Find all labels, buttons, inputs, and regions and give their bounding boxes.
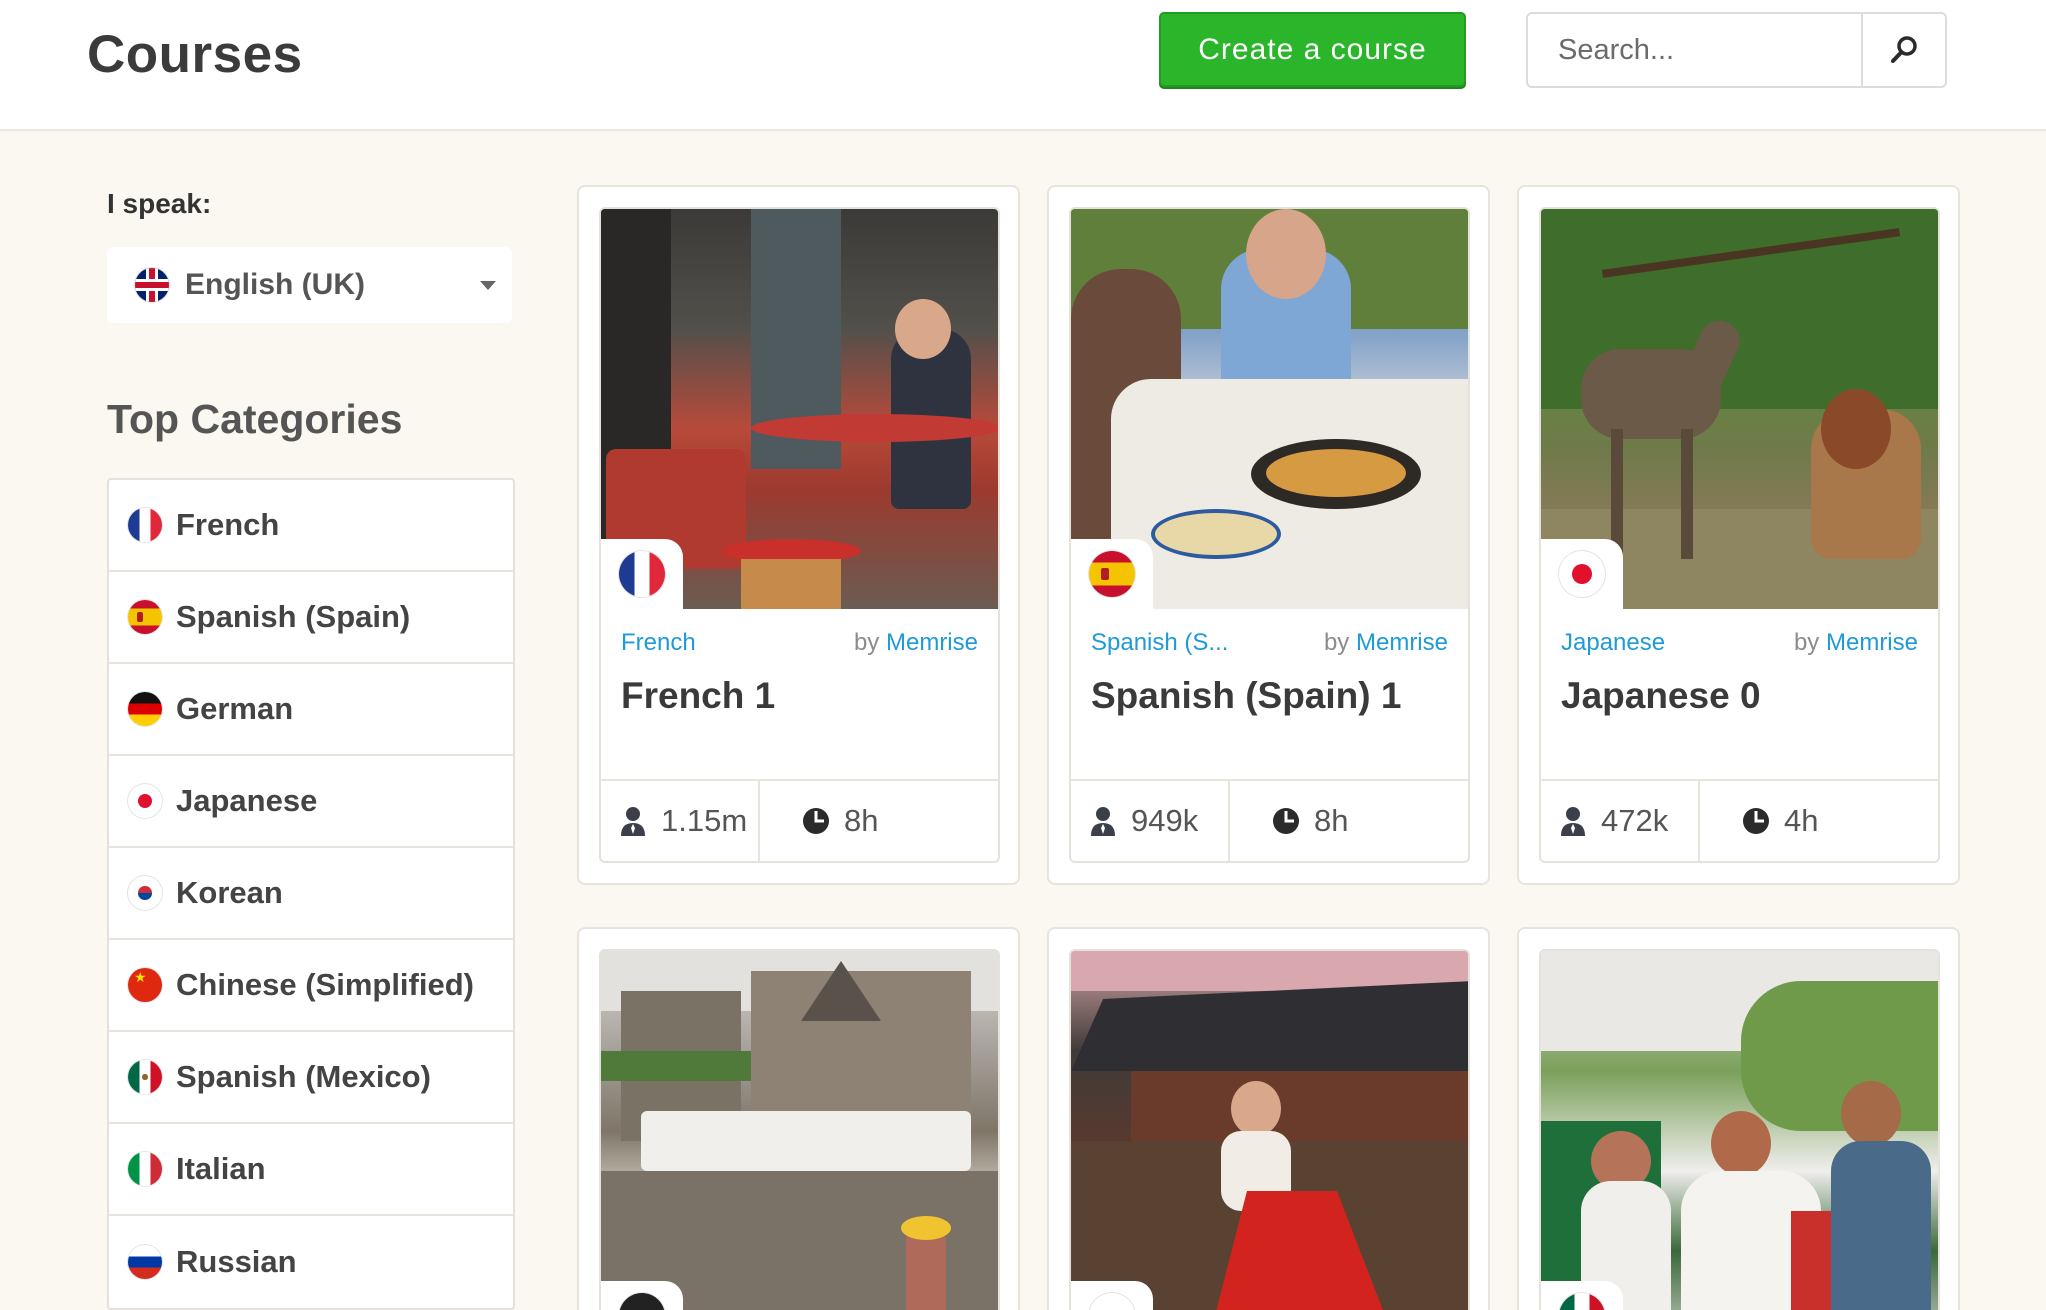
search-icon: [1891, 36, 1917, 63]
category-label: French: [176, 507, 280, 542]
chevron-down-icon: [480, 281, 496, 290]
selected-language: English (UK): [185, 268, 365, 301]
japan-flag-icon: [1559, 551, 1605, 597]
course-title: French 1: [621, 675, 776, 716]
category-item-korean[interactable]: Korean: [109, 848, 513, 940]
china-flag-icon: [128, 968, 162, 1002]
author-link[interactable]: Memrise: [1356, 629, 1448, 656]
course-title: Japanese 0: [1561, 675, 1761, 716]
user-icon: [1091, 807, 1115, 836]
clock-icon: [1273, 808, 1299, 834]
learners-count: 472k: [1601, 803, 1669, 838]
spain-flag-icon: [128, 600, 162, 634]
time-value: 8h: [844, 803, 879, 838]
course-card-korean[interactable]: [1047, 927, 1490, 1310]
course-category-link[interactable]: Spanish (S...: [1091, 629, 1228, 657]
france-flag-icon: [128, 508, 162, 542]
course-image: [1541, 951, 1938, 1310]
author-prefix: by: [1323, 629, 1350, 656]
france-flag-icon: [619, 551, 665, 597]
category-list: French Spanish (Spain) German Japanese K…: [107, 478, 515, 1310]
category-label: Korean: [176, 875, 283, 910]
course-card-japanese-0[interactable]: Japanese by Memrise Japanese 0 472k 4h: [1517, 185, 1960, 885]
course-card-german[interactable]: [577, 927, 1020, 1310]
course-author: by Memrise: [1794, 629, 1918, 657]
flag-tab: [1071, 539, 1153, 609]
category-label: Italian: [176, 1151, 266, 1186]
category-label: Spanish (Mexico): [176, 1059, 431, 1094]
learners-stat: 1.15m: [601, 781, 760, 861]
course-card-spanish-spain-1[interactable]: Spanish (S... by Memrise Spanish (Spain)…: [1047, 185, 1490, 885]
user-icon: [1561, 807, 1585, 836]
user-icon: [621, 807, 645, 836]
learners-count: 949k: [1131, 803, 1199, 838]
learners-count: 1.15m: [661, 803, 748, 838]
flag-tab: [1071, 1281, 1153, 1310]
category-label: Japanese: [176, 783, 318, 818]
author-link[interactable]: Memrise: [886, 629, 978, 656]
flag-tab: [601, 1281, 683, 1310]
course-author: by Memrise: [854, 629, 978, 657]
germany-flag-icon: [619, 1293, 665, 1310]
category-label: Russian: [176, 1244, 297, 1279]
course-title: Spanish (Spain) 1: [1091, 675, 1402, 716]
search-box: [1526, 12, 1947, 88]
germany-flag-icon: [128, 692, 162, 726]
category-item-german[interactable]: German: [109, 664, 513, 756]
top-categories-title: Top Categories: [107, 396, 403, 442]
category-item-french[interactable]: French: [109, 480, 513, 572]
italy-flag-icon: [128, 1152, 162, 1186]
japan-flag-icon: [128, 784, 162, 818]
category-item-spanish-mexico[interactable]: Spanish (Mexico): [109, 1032, 513, 1124]
learners-stat: 949k: [1071, 781, 1230, 861]
russia-flag-icon: [128, 1245, 162, 1279]
course-category-link[interactable]: French: [621, 629, 696, 657]
course-author: by Memrise: [1324, 629, 1448, 657]
time-stat: 4h: [1700, 781, 1818, 861]
course-card-spanish-mexico[interactable]: [1517, 927, 1960, 1310]
category-item-chinese-simplified[interactable]: Chinese (Simplified): [109, 940, 513, 1032]
category-label: Chinese (Simplified): [176, 967, 474, 1002]
korea-flag-icon: [128, 876, 162, 910]
category-label: German: [176, 691, 294, 726]
category-item-spanish-spain[interactable]: Spanish (Spain): [109, 572, 513, 664]
time-stat: 8h: [1230, 781, 1348, 861]
spain-flag-icon: [1089, 551, 1135, 597]
page-title: Courses: [87, 25, 303, 84]
learners-stat: 472k: [1541, 781, 1700, 861]
author-link[interactable]: Memrise: [1826, 629, 1918, 656]
clock-icon: [1743, 808, 1769, 834]
course-card-french-1[interactable]: French by Memrise French 1 1.15m 8h: [577, 185, 1020, 885]
top-header: Courses Create a course: [0, 0, 2046, 131]
author-prefix: by: [1793, 629, 1820, 656]
category-item-japanese[interactable]: Japanese: [109, 756, 513, 848]
course-image: [601, 951, 998, 1310]
author-prefix: by: [853, 629, 880, 656]
course-image: [1071, 951, 1468, 1310]
course-image: [601, 209, 998, 609]
mexico-flag-icon: [1559, 1293, 1605, 1310]
course-image: [1541, 209, 1938, 609]
time-stat: 8h: [760, 781, 878, 861]
course-image: [1071, 209, 1468, 609]
clock-icon: [803, 808, 829, 834]
category-label: Spanish (Spain): [176, 599, 411, 634]
flag-tab: [601, 539, 683, 609]
category-item-italian[interactable]: Italian: [109, 1124, 513, 1216]
language-select[interactable]: English (UK): [107, 247, 512, 323]
flag-tab: [1541, 539, 1623, 609]
search-button[interactable]: [1861, 14, 1945, 86]
time-value: 4h: [1784, 803, 1819, 838]
i-speak-label: I speak:: [107, 188, 212, 219]
uk-flag-icon: [135, 268, 169, 302]
search-input[interactable]: [1528, 14, 1861, 86]
create-course-button[interactable]: Create a course: [1159, 12, 1466, 87]
course-category-link[interactable]: Japanese: [1561, 629, 1665, 657]
category-item-russian[interactable]: Russian: [109, 1216, 513, 1308]
mexico-flag-icon: [128, 1060, 162, 1094]
time-value: 8h: [1314, 803, 1349, 838]
korea-flag-icon: [1089, 1293, 1135, 1310]
flag-tab: [1541, 1281, 1623, 1310]
